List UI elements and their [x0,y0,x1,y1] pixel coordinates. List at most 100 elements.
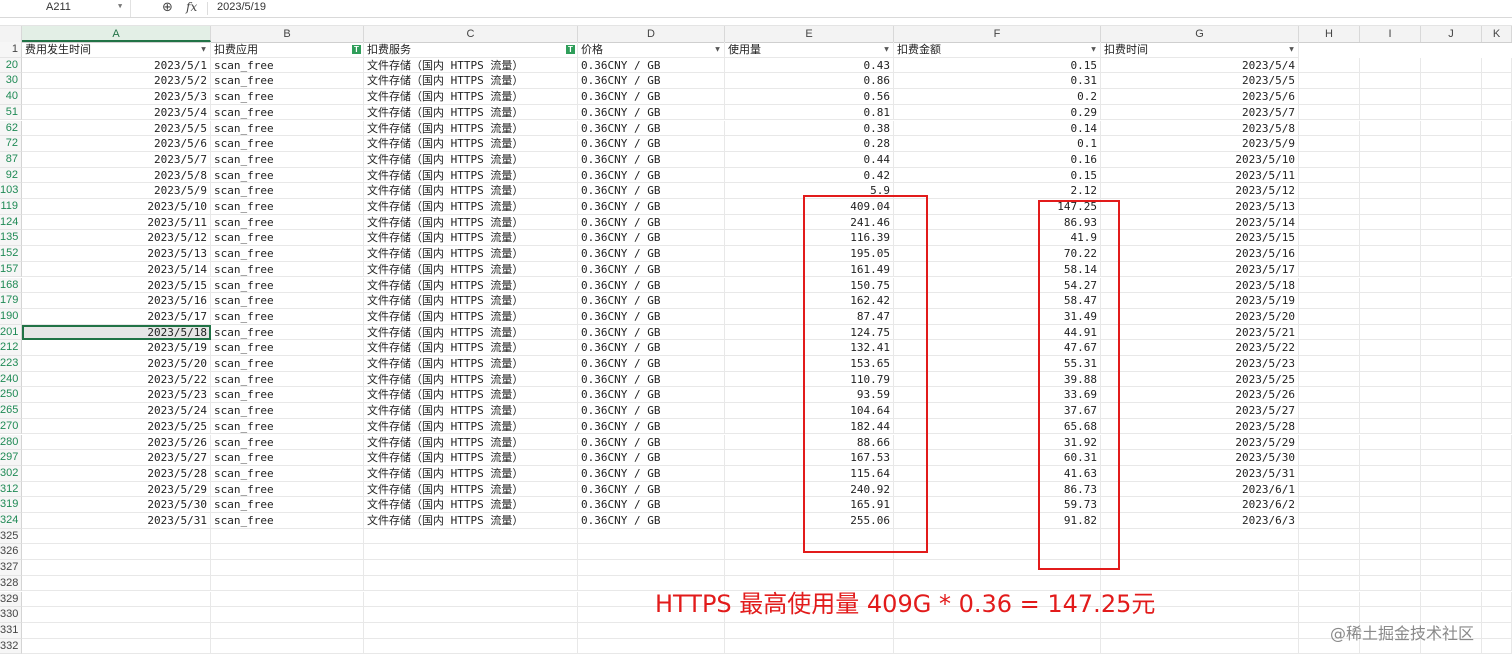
cell-empty[interactable] [1482,403,1512,419]
cell-charge-time[interactable]: 2023/5/25 [1101,371,1299,388]
row-number[interactable]: 40 [0,89,22,105]
row-number[interactable]: 92 [0,167,22,184]
cell-date[interactable]: 2023/5/6 [22,136,211,152]
cell-date[interactable]: 2023/5/8 [22,167,211,184]
cell-empty[interactable] [1421,104,1482,121]
cell-empty[interactable] [1299,324,1360,341]
cell-empty[interactable] [1299,73,1360,90]
row-number[interactable]: 240 [0,371,22,388]
cell-empty[interactable] [1421,356,1482,372]
cell-app[interactable]: scan_free [211,199,364,215]
cell-amount[interactable]: 0.31 [894,73,1101,90]
cell-amount[interactable]: 0.15 [894,57,1101,74]
cell-empty[interactable] [1482,497,1512,513]
cell-empty[interactable] [1360,356,1421,372]
cell-empty[interactable] [1482,622,1512,639]
cell-empty[interactable] [1482,89,1512,105]
row-number[interactable]: 87 [0,151,22,168]
cell-empty[interactable] [1482,560,1512,576]
header-app[interactable]: 扣费应用 T [211,42,364,58]
cell-empty[interactable] [1482,356,1512,372]
cell-date[interactable]: 2023/5/17 [22,308,211,325]
cell-empty[interactable] [1360,73,1421,90]
cell-price[interactable]: 0.36CNY / GB [578,230,725,247]
cell-empty[interactable] [1299,450,1360,466]
cell-date[interactable]: 2023/5/15 [22,277,211,294]
cell-empty[interactable] [1421,418,1482,435]
cell-empty[interactable] [22,622,211,639]
cell-price[interactable]: 0.36CNY / GB [578,403,725,419]
cell-empty[interactable] [1482,418,1512,435]
cell-service[interactable]: 文件存储（国内 HTTPS 流量） [364,104,578,121]
cell-app[interactable]: scan_free [211,151,364,168]
cell-empty[interactable] [1421,324,1482,341]
header-charge-time[interactable]: 扣费时间 ▼ [1101,42,1299,58]
cell-empty[interactable] [1299,214,1360,231]
zoom-icon[interactable]: ⊕ [162,0,173,15]
cell-empty[interactable] [1421,575,1482,592]
cell-date[interactable]: 2023/5/28 [22,465,211,482]
cell-usage[interactable]: 0.56 [725,89,894,105]
cell-price[interactable]: 0.36CNY / GB [578,513,725,529]
cell-service[interactable]: 文件存储（国内 HTTPS 流量） [364,356,578,372]
cell-empty[interactable] [22,607,211,623]
cell-empty[interactable] [1299,167,1360,184]
cell-empty[interactable] [1482,246,1512,262]
cell-service[interactable]: 文件存储（国内 HTTPS 流量） [364,418,578,435]
row-number[interactable]: 1 [0,42,22,58]
cell-empty[interactable] [1299,497,1360,513]
cell-empty[interactable] [1421,544,1482,561]
cell-empty[interactable] [1482,481,1512,498]
cell-empty[interactable] [1421,434,1482,451]
cell-price[interactable]: 0.36CNY / GB [578,73,725,90]
cell-empty[interactable] [1101,622,1299,639]
cell-empty[interactable] [1360,528,1421,545]
cell-empty[interactable] [1299,183,1360,199]
cell-empty[interactable] [1482,434,1512,451]
cell-usage[interactable]: 0.81 [725,104,894,121]
cell-empty[interactable] [1482,371,1512,388]
cell-empty[interactable] [1482,214,1512,231]
cell-charge-time[interactable]: 2023/5/4 [1101,57,1299,74]
cell-app[interactable]: scan_free [211,57,364,74]
cell-service[interactable]: 文件存储（国内 HTTPS 流量） [364,246,578,262]
cell-price[interactable]: 0.36CNY / GB [578,277,725,294]
cell-price[interactable]: 0.36CNY / GB [578,418,725,435]
row-number[interactable]: 280 [0,434,22,451]
cell-amount[interactable]: 0.2 [894,89,1101,105]
cell-empty[interactable] [1360,418,1421,435]
cell-empty[interactable] [1360,371,1421,388]
cell-empty[interactable] [1360,199,1421,215]
cell-usage[interactable]: 0.43 [725,57,894,74]
cell-empty[interactable] [1101,528,1299,545]
cell-empty[interactable] [1101,638,1299,655]
cell-empty[interactable] [22,575,211,592]
cell-empty[interactable] [1360,403,1421,419]
cell-service[interactable]: 文件存储（国内 HTTPS 流量） [364,151,578,168]
cell-app[interactable]: scan_free [211,73,364,90]
row-number[interactable]: 328 [0,575,22,592]
header-amount[interactable]: 扣费金额 ▼ [894,42,1101,58]
cell-app[interactable]: scan_free [211,136,364,152]
cell-amount[interactable]: 0.15 [894,167,1101,184]
cell-empty[interactable] [1299,277,1360,294]
cell-empty[interactable] [1482,261,1512,278]
cell-empty[interactable] [364,528,578,545]
cell-charge-time[interactable]: 2023/5/23 [1101,356,1299,372]
cell-charge-time[interactable]: 2023/5/20 [1101,308,1299,325]
column-header-g[interactable]: G [1101,26,1299,42]
cell-service[interactable]: 文件存储（国内 HTTPS 流量） [364,89,578,105]
cell-date[interactable]: 2023/5/19 [22,340,211,356]
active-filter-icon[interactable]: T [352,45,361,54]
cell-app[interactable]: scan_free [211,465,364,482]
cell-app[interactable]: scan_free [211,481,364,498]
cell-app[interactable]: scan_free [211,293,364,309]
row-number[interactable]: 51 [0,104,22,121]
cell-empty[interactable] [1482,308,1512,325]
cell-empty[interactable] [1482,230,1512,247]
cell-empty[interactable] [211,622,364,639]
row-number[interactable]: 152 [0,246,22,262]
cell-charge-time[interactable]: 2023/5/22 [1101,340,1299,356]
cell-empty[interactable] [1299,575,1360,592]
cell-price[interactable]: 0.36CNY / GB [578,120,725,137]
